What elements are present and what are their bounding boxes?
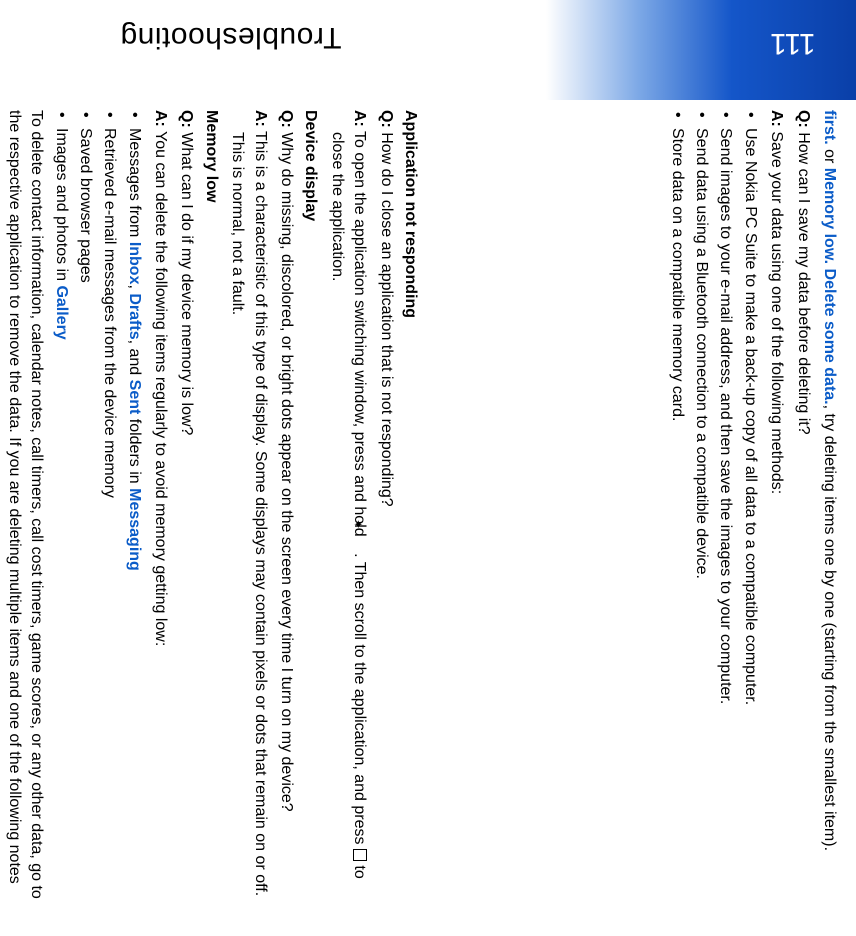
a-text: This is a characteristic of this type of… (229, 127, 268, 896)
sep: , and (126, 340, 143, 380)
menu-key-icon: ✦ (352, 541, 364, 553)
q-text: Why do missing, discolored, or bright do… (278, 128, 295, 812)
cont-post: , try deleting items one by one (startin… (821, 405, 838, 851)
cont-or: or (821, 145, 838, 168)
heading-app-not-responding: Application not responding (399, 110, 421, 910)
link-messaging: Messaging (126, 488, 143, 571)
link-inbox: Inbox (126, 242, 143, 285)
list-item: Store data on a compatible memory card. (665, 110, 687, 910)
list-item: Saved browser pages (74, 110, 96, 910)
note-first: first. (821, 110, 838, 145)
para-text: To delete contact information, calendar … (0, 110, 45, 899)
header-gradient: 111 (546, 0, 856, 100)
a-label: A: (152, 110, 169, 127)
bullet-text: Send images to your e-mail address, and … (717, 128, 734, 704)
save-methods-list: Use Nokia PC Suite to make a back-up cop… (665, 110, 761, 910)
bullet-text-pre: Images and photos in (53, 128, 70, 285)
q-text: How do I close an application that is no… (378, 128, 395, 507)
bullet-text-pre: Messages from (126, 128, 143, 242)
qa-memory-low-answer: A: You can delete the following items re… (149, 110, 171, 910)
a-text-2: . Then scroll to the application, and pr… (351, 553, 368, 849)
link-gallery: Gallery (53, 285, 70, 339)
link-drafts: Drafts (126, 293, 143, 339)
note-text-2: Memory low. Delete some data. (821, 168, 838, 405)
page-number: 111 (770, 26, 816, 60)
header-title: Troubleshooting (120, 20, 342, 54)
content-area: Application not responding Q: How do I c… (0, 110, 856, 936)
link-sent: Sent (126, 380, 143, 415)
delete-data-paragraph: To delete contact information, calendar … (0, 110, 47, 910)
q-text: How can I save my data before deleting i… (795, 128, 812, 435)
list-item: Retrieved e-mail messages from the devic… (98, 110, 120, 910)
list-item: Images and photos in Gallery (49, 110, 71, 910)
qa-save-before-delete-answer: A: Save your data using one of the follo… (765, 110, 787, 910)
qa-memory-low: Q: What can I do if my device memory is … (175, 110, 197, 910)
document-page: Troubleshooting 111 Application not resp… (0, 0, 856, 936)
bullet-text: Send data using a Bluetooth connection t… (693, 128, 710, 579)
a-text: Save your data using one of the followin… (768, 127, 785, 494)
delete-data-paragraph-cont: first. or Memory low. Delete some data.,… (818, 110, 840, 910)
page-header: Troubleshooting 111 (0, 0, 856, 100)
bullet-text: Saved browser pages (77, 128, 94, 283)
bullet-text: Store data on a compatible memory card. (669, 128, 686, 421)
bullet-text-post: folders in (126, 414, 143, 488)
list-item: Messages from Inbox, Drafts, and Sent fo… (122, 110, 144, 910)
qa-display-dots-answer: A: This is a characteristic of this type… (226, 110, 271, 910)
a-text: You can delete the following items regul… (152, 127, 169, 646)
bullet-text: Retrieved e-mail messages from the devic… (101, 128, 118, 498)
q-label: Q: (278, 110, 295, 128)
a-label: A: (252, 110, 269, 127)
column-right: first. or Memory low. Delete some data.,… (663, 110, 840, 910)
column-left: Application not responding Q: How do I c… (0, 110, 425, 910)
heading-device-display: Device display (299, 110, 321, 910)
a-text-1: To open the application switching window… (351, 127, 368, 541)
qa-save-before-delete: Q: How can I save my data before deletin… (791, 110, 813, 910)
bullet-text: Use Nokia PC Suite to make a back-up cop… (742, 128, 759, 705)
clear-key-icon (353, 849, 367, 861)
heading-memory-low: Memory low (199, 110, 221, 910)
q-label: Q: (378, 110, 395, 128)
memory-delete-list: Messages from Inbox, Drafts, and Sent fo… (49, 110, 145, 910)
list-item: Send data using a Bluetooth connection t… (690, 110, 712, 910)
q-label: Q: (795, 110, 812, 128)
q-label: Q: (178, 110, 195, 128)
qa-display-dots: Q: Why do missing, discolored, or bright… (275, 110, 297, 910)
qa-close-app: Q: How do I close an application that is… (374, 110, 396, 910)
list-item: Send images to your e-mail address, and … (714, 110, 736, 910)
a-label: A: (768, 110, 785, 127)
a-label: A: (351, 110, 368, 127)
q-text: What can I do if my device memory is low… (178, 128, 195, 436)
qa-close-app-answer: A: To open the application switching win… (325, 110, 370, 910)
list-item: Use Nokia PC Suite to make a back-up cop… (738, 110, 760, 910)
